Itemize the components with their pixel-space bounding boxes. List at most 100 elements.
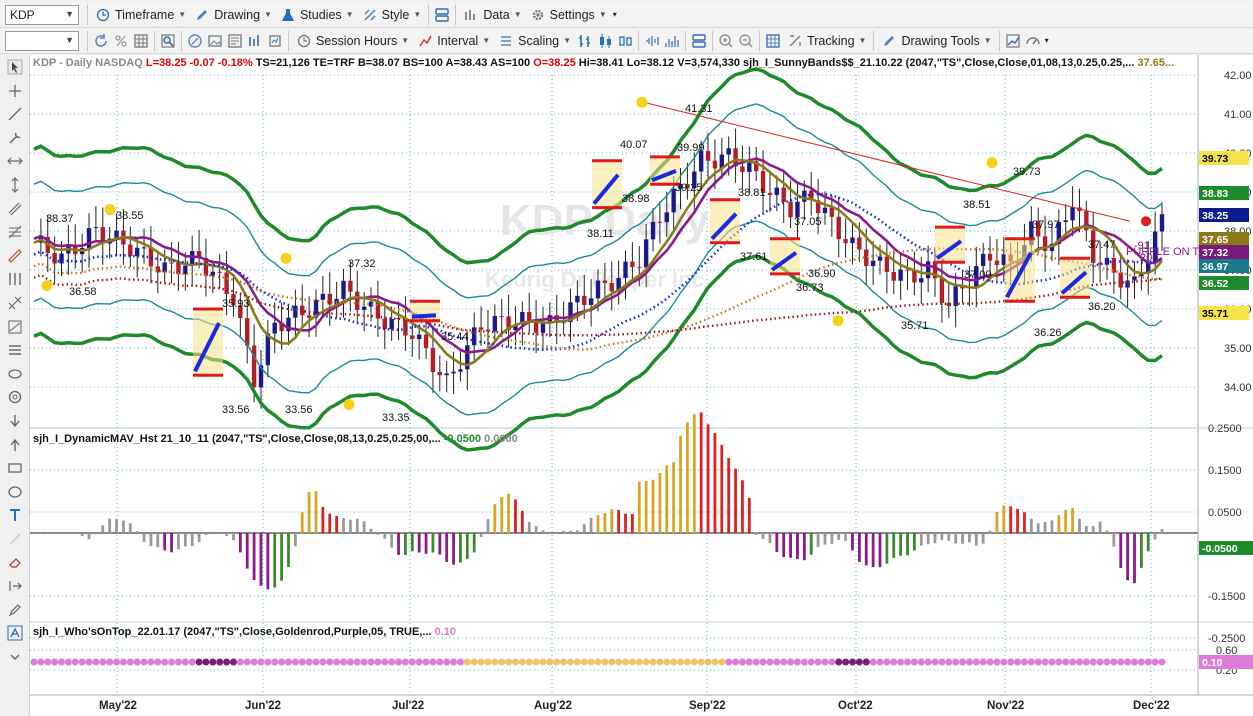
annotation-icon[interactable] bbox=[3, 623, 27, 643]
clock-icon bbox=[95, 7, 111, 23]
osc2-dot bbox=[154, 658, 162, 666]
rectangle-tool-icon[interactable] bbox=[3, 458, 27, 478]
price-tag-label: 37.65 bbox=[1202, 234, 1228, 246]
zoom-in-icon[interactable] bbox=[717, 32, 735, 50]
symbol-input[interactable]: KDP ▼ bbox=[5, 4, 79, 25]
trendline-icon[interactable] bbox=[3, 104, 27, 124]
session-clock-icon bbox=[296, 33, 312, 49]
arrow-up-icon[interactable] bbox=[3, 435, 27, 455]
osc1-zero: 0.0000 bbox=[484, 433, 518, 445]
price-tag-label: 38.83 bbox=[1202, 188, 1228, 200]
pitchfork-icon[interactable] bbox=[3, 293, 27, 313]
data-button[interactable]: Data ▼ bbox=[459, 4, 525, 26]
speedometer-icon[interactable] bbox=[1024, 32, 1042, 50]
hollow-candle-icon[interactable] bbox=[616, 32, 634, 50]
candle-body bbox=[987, 253, 993, 261]
overflow-icon[interactable]: ▾ bbox=[613, 10, 617, 19]
time-axis-label: Jun'22 bbox=[245, 700, 281, 712]
fibonacci-icon[interactable] bbox=[3, 222, 27, 242]
percent-icon[interactable] bbox=[112, 32, 130, 50]
settings-button[interactable]: Settings ▼ bbox=[526, 4, 611, 26]
studies-button[interactable]: Studies ▼ bbox=[276, 4, 358, 26]
zoom-out-icon[interactable] bbox=[737, 32, 755, 50]
gann-icon[interactable] bbox=[3, 269, 27, 289]
histogram-bar bbox=[149, 533, 153, 547]
histogram-bar bbox=[280, 533, 284, 581]
interval-input[interactable]: ▼ bbox=[5, 30, 79, 51]
dot-chart-icon[interactable] bbox=[643, 32, 661, 50]
highlighter-icon[interactable] bbox=[3, 600, 27, 620]
histogram-bar bbox=[816, 533, 820, 547]
chart-area[interactable]: 42.0041.0040.0039.0038.0037.0036.0035.00… bbox=[30, 55, 1253, 716]
candle-body bbox=[1063, 220, 1068, 223]
osc2-dot bbox=[807, 658, 815, 666]
horizontal-line-icon[interactable] bbox=[3, 151, 27, 171]
osc2-dot bbox=[594, 658, 602, 666]
crosshair-grid-icon[interactable] bbox=[764, 32, 782, 50]
refresh-icon[interactable] bbox=[92, 32, 110, 50]
interval-button[interactable]: Interval ▼ bbox=[413, 30, 494, 52]
chart-canvas[interactable]: 42.0041.0040.0039.0038.0037.0036.0035.00… bbox=[30, 55, 1253, 716]
osc2-dot bbox=[690, 658, 698, 666]
ohlc-bar-icon[interactable] bbox=[576, 32, 594, 50]
drawing-tools-button[interactable]: Drawing Tools ▼ bbox=[877, 30, 995, 52]
candle-body bbox=[416, 334, 422, 340]
histogram-bar bbox=[644, 481, 648, 533]
ellipse-tool-icon[interactable] bbox=[3, 364, 27, 384]
text-box-icon[interactable] bbox=[226, 32, 244, 50]
text-tool-icon[interactable] bbox=[3, 505, 27, 525]
eraser-icon[interactable] bbox=[3, 552, 27, 572]
window-layout-icon[interactable] bbox=[690, 32, 708, 50]
histogram-bar bbox=[851, 533, 854, 551]
image-icon[interactable] bbox=[206, 32, 224, 50]
percent-chart-icon[interactable] bbox=[186, 32, 204, 50]
bars-icon[interactable] bbox=[246, 32, 264, 50]
cursor-text-icon[interactable] bbox=[3, 576, 27, 596]
osc2-dot bbox=[952, 658, 960, 666]
volume-icon[interactable] bbox=[663, 32, 681, 50]
search-chart-icon[interactable] bbox=[159, 32, 177, 50]
osc2-dot bbox=[443, 658, 451, 666]
divider bbox=[455, 4, 457, 25]
session-hours-button[interactable]: Session Hours ▼ bbox=[292, 30, 413, 52]
pointer-icon[interactable] bbox=[3, 57, 27, 77]
wrench-icon[interactable] bbox=[3, 128, 27, 148]
divider bbox=[998, 30, 1000, 51]
grid-icon[interactable] bbox=[132, 32, 150, 50]
ruler-icon[interactable] bbox=[3, 246, 27, 266]
scaling-button[interactable]: Scaling ▼ bbox=[494, 30, 575, 52]
trade-size: TS=21,126 bbox=[255, 57, 310, 69]
osc2-dot bbox=[759, 658, 767, 666]
candle-body bbox=[265, 333, 271, 366]
osc2-dot bbox=[862, 658, 870, 666]
overflow-icon[interactable]: ▾ bbox=[1045, 36, 1049, 45]
regression-icon[interactable] bbox=[3, 317, 27, 337]
style-button[interactable]: Style ▼ bbox=[358, 4, 426, 26]
histogram-bar bbox=[1160, 529, 1164, 533]
candlestick-icon[interactable] bbox=[596, 32, 614, 50]
channel-icon[interactable] bbox=[3, 199, 27, 219]
tracking-button[interactable]: Tracking ▼ bbox=[783, 30, 870, 52]
candle-body bbox=[134, 247, 140, 257]
more-tools-icon[interactable] bbox=[3, 647, 27, 667]
candle-body bbox=[1104, 257, 1110, 265]
osc1-value: -0.0500 bbox=[443, 433, 482, 445]
divider bbox=[759, 30, 761, 51]
crosshair-icon[interactable] bbox=[3, 81, 27, 101]
layout-icon[interactable] bbox=[433, 6, 451, 24]
candle-body bbox=[492, 316, 498, 332]
cycle-icon[interactable] bbox=[3, 387, 27, 407]
histogram-bar bbox=[452, 533, 455, 565]
timeframe-button[interactable]: Timeframe ▼ bbox=[91, 4, 190, 26]
speed-lines-icon[interactable] bbox=[3, 340, 27, 360]
arrow-down-icon[interactable] bbox=[3, 411, 27, 431]
histogram-bar bbox=[802, 533, 806, 561]
histogram-bar bbox=[1105, 530, 1109, 533]
box-icon[interactable] bbox=[266, 32, 284, 50]
histogram-bar bbox=[1119, 533, 1123, 568]
trend-chart-icon[interactable] bbox=[1004, 32, 1022, 50]
ellipse-draw-icon[interactable] bbox=[3, 482, 27, 502]
drawing-button[interactable]: Drawing ▼ bbox=[190, 4, 276, 26]
histogram-bar bbox=[912, 533, 916, 551]
vertical-line-icon[interactable] bbox=[3, 175, 27, 195]
